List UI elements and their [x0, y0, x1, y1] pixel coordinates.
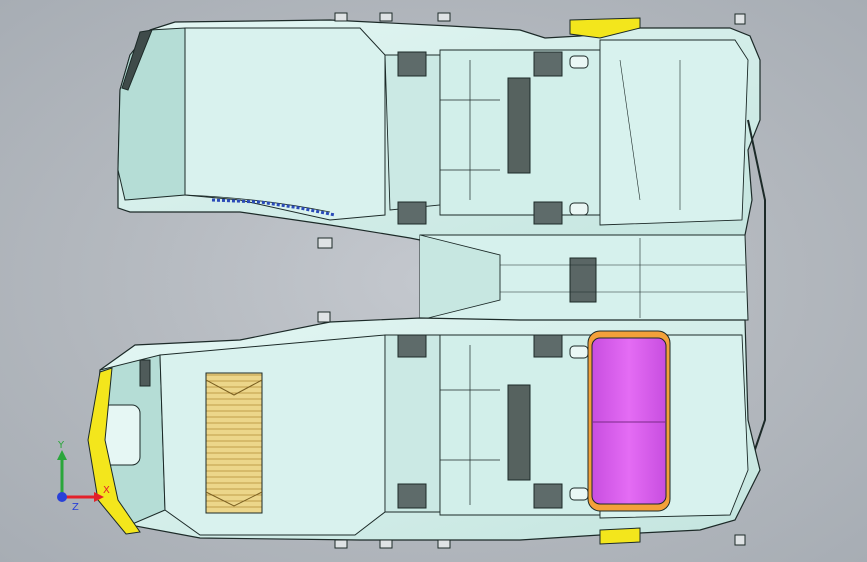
- lower-seat-area: [159, 334, 386, 536]
- z-axis-dot: [57, 492, 67, 502]
- right-rail: [747, 119, 766, 471]
- seat-pad[interactable]: [205, 372, 263, 514]
- lower-yellow-trim[interactable]: [599, 527, 641, 545]
- upper-slot-1: [569, 55, 589, 69]
- tunnel-pad: [569, 257, 597, 303]
- upper-rail: [507, 77, 531, 174]
- cad-graphics-area[interactable]: Y X Z: [0, 0, 867, 562]
- triad-y-label: Y: [57, 440, 65, 451]
- upper-rear-panel: [599, 39, 749, 226]
- triad-x-label: X: [103, 485, 110, 496]
- upper-slot-2: [569, 202, 589, 216]
- upper-seat-area: [184, 27, 386, 221]
- lower-floor-section[interactable]: [87, 311, 761, 549]
- upper-floor-section[interactable]: [117, 12, 761, 249]
- battery-box[interactable]: [591, 337, 667, 505]
- upper-pad-3: [397, 201, 427, 225]
- upper-pad-2: [533, 51, 563, 77]
- triad-z-label: Z: [72, 502, 79, 513]
- upper-mid-panel: [384, 54, 441, 211]
- upper-pad-1: [397, 51, 427, 77]
- upper-front-panel: [117, 27, 186, 201]
- model-canvas[interactable]: Y X Z: [0, 0, 867, 562]
- upper-pad-4: [533, 201, 563, 225]
